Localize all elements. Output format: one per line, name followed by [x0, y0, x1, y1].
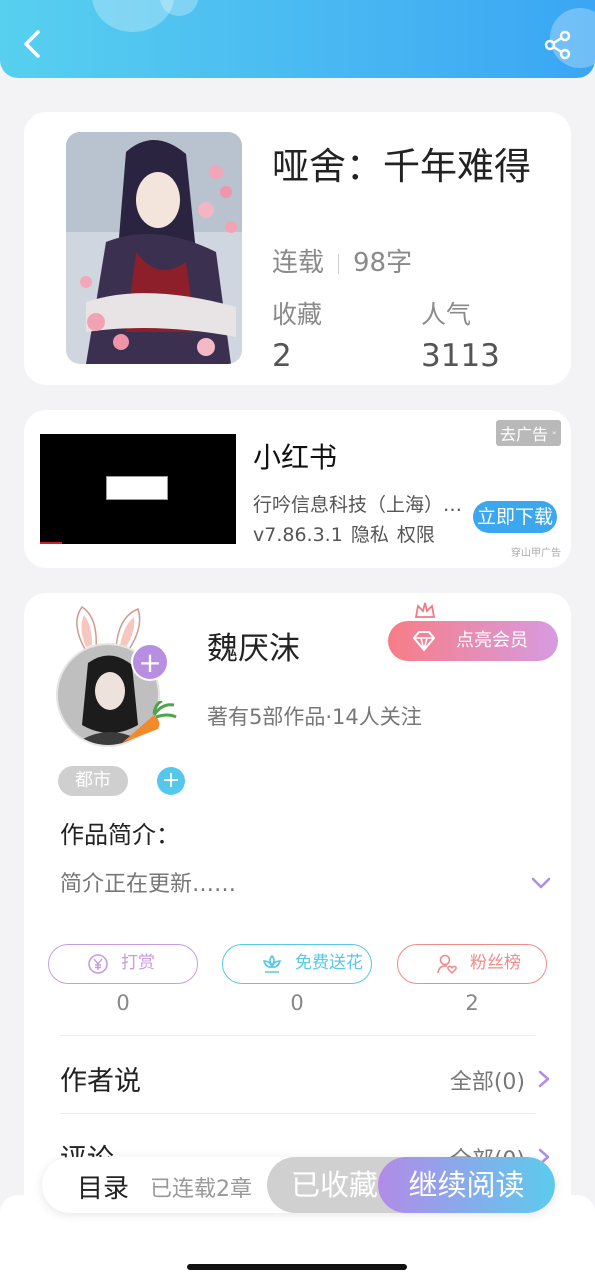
- cover-illustration: [66, 132, 242, 364]
- diamond-icon: [412, 631, 436, 652]
- fan-ranking-count: 2: [465, 991, 479, 1015]
- genre-tag[interactable]: 都市: [58, 766, 128, 796]
- ad-source-label: 穿山甲广告: [511, 548, 561, 559]
- ad-close-button[interactable]: 去广告 ˅: [495, 420, 561, 446]
- plus-icon[interactable]: +: [131, 643, 169, 681]
- author-notes-label: 作者说: [60, 1066, 141, 1097]
- home-indicator: [187, 1264, 407, 1270]
- share-icon[interactable]: [543, 30, 573, 60]
- serial-status: 连载: [272, 248, 325, 278]
- ad-permissions-link[interactable]: 权限: [397, 524, 435, 546]
- chevron-down-icon[interactable]: [530, 875, 552, 891]
- book-info-card: 哑舍：千年难得 连载 98字 收藏 人气 2 3113: [24, 112, 571, 385]
- send-flower-label: 免费送花: [295, 953, 363, 973]
- top-header: [0, 0, 595, 78]
- send-flower-count: 0: [290, 991, 304, 1015]
- book-cover-image[interactable]: [66, 132, 242, 364]
- ad-company: 行吟信息科技（上海）有限公司: [253, 494, 468, 516]
- popularity-label: 人气: [421, 300, 472, 329]
- ad-card[interactable]: 小红书 行吟信息科技（上海）有限公司 v7.86.3.1 隐私权限 去广告 ˅ 立…: [24, 410, 571, 568]
- continue-reading-button[interactable]: 继续阅读: [378, 1157, 555, 1213]
- reward-button[interactable]: 打赏: [48, 944, 198, 984]
- vip-button-label: 点亮会员: [456, 630, 528, 651]
- ad-video-thumbnail: [106, 476, 168, 500]
- author-notes-all-link[interactable]: 全部(0): [450, 1064, 525, 1096]
- crown-icon: [414, 602, 436, 618]
- author-card: + 魏厌沫 著有5部作品·14人关注 点亮会员 都市 + 作品简介： 简介正在更…: [24, 593, 571, 1233]
- popularity-value: 3113: [421, 338, 500, 374]
- chevron-left-icon[interactable]: [18, 28, 50, 60]
- chevron-down-icon: ˅: [548, 430, 557, 443]
- divider: [338, 253, 340, 274]
- vip-button[interactable]: 点亮会员: [388, 621, 558, 661]
- yen-coin-icon: [88, 954, 108, 974]
- send-flower-button[interactable]: 免费送花: [222, 944, 372, 984]
- table-of-contents-button[interactable]: 目录: [77, 1168, 129, 1205]
- ad-version: v7.86.3.1: [253, 524, 343, 546]
- ad-app-name: 小红书: [253, 441, 338, 474]
- fan-ranking-button[interactable]: 粉丝榜: [397, 944, 547, 984]
- intro-label: 作品简介：: [60, 821, 180, 849]
- bottom-action-bar: 目录 已连载2章 已收藏 继续阅读: [42, 1157, 555, 1213]
- word-count: 98字: [353, 248, 413, 278]
- carrot-icon: [122, 701, 177, 743]
- book-title: 哑舍：千年难得: [272, 145, 531, 188]
- intro-text: 简介正在更新……: [60, 872, 237, 897]
- ad-video[interactable]: [40, 434, 236, 544]
- favorites-value: 2: [272, 338, 292, 374]
- ad-meta-row: v7.86.3.1 隐私 权限: [253, 520, 443, 547]
- chevron-right-icon[interactable]: [537, 1069, 551, 1089]
- book-status-row: 连载 98字: [272, 242, 412, 279]
- ad-download-button[interactable]: 立即下载: [473, 501, 557, 533]
- video-progress-bar: [40, 542, 62, 544]
- add-tag-icon[interactable]: +: [157, 767, 185, 795]
- divider: [60, 1113, 535, 1114]
- reward-count: 0: [116, 991, 130, 1015]
- reward-label: 打赏: [121, 953, 155, 973]
- fan-ranking-label: 粉丝榜: [470, 953, 521, 973]
- user-heart-icon: [437, 954, 457, 975]
- ad-privacy-link[interactable]: 隐私: [351, 524, 389, 546]
- flower-icon: [262, 954, 282, 973]
- serial-chapters-label: 已连载2章: [150, 1177, 252, 1202]
- author-name[interactable]: 魏厌沫: [207, 623, 300, 668]
- author-avatar-group[interactable]: +: [54, 603, 184, 747]
- favorites-label: 收藏: [272, 300, 323, 329]
- author-stats: 著有5部作品·14人关注: [207, 705, 422, 729]
- divider: [60, 1035, 535, 1036]
